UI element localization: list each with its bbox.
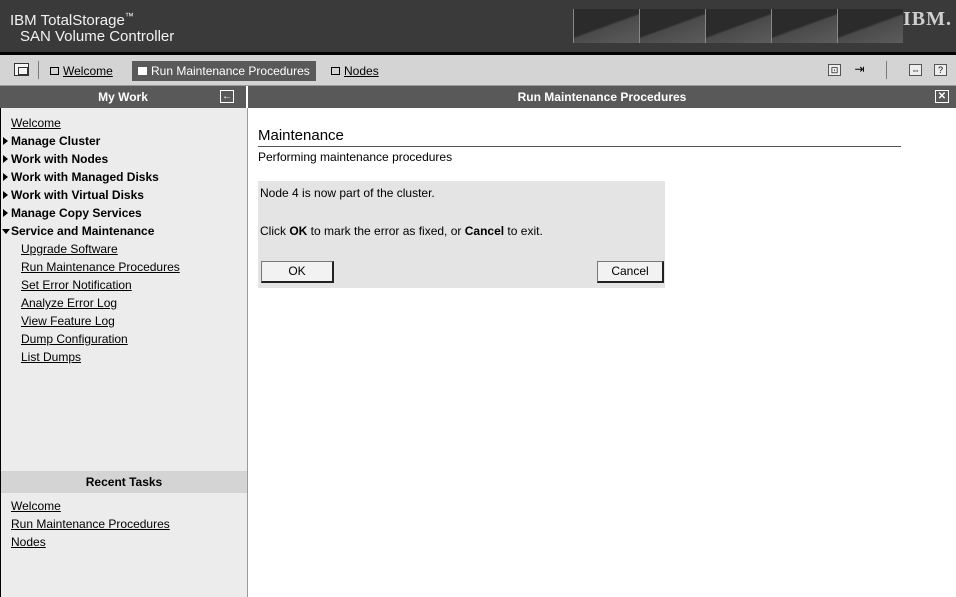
nav-run-maintenance-procedures[interactable]: Run Maintenance Procedures — [21, 258, 241, 276]
nav-work-with-managed-disks[interactable]: Work with Managed Disks — [3, 168, 241, 186]
instr-ok-word: OK — [289, 224, 308, 238]
decor-block — [573, 9, 639, 43]
instr-cancel-word: Cancel — [464, 224, 505, 238]
nav-service-and-maintenance[interactable]: Service and Maintenance — [2, 222, 241, 240]
recent-tasks-list: Welcome Run Maintenance Procedures Nodes — [11, 497, 241, 551]
nav-section-label: Manage Copy Services — [11, 206, 142, 220]
expand-triangle-icon — [3, 173, 8, 181]
recent-nodes[interactable]: Nodes — [11, 533, 241, 551]
my-work-title: My Work — [98, 90, 148, 104]
product-line2: SAN Volume Controller — [20, 28, 175, 45]
expand-triangle-icon — [3, 191, 8, 199]
logout-icon[interactable]: ⇥ — [853, 63, 866, 76]
nav-dump-configuration[interactable]: Dump Configuration — [21, 330, 241, 348]
content-area: Maintenance Performing maintenance proce… — [258, 108, 948, 597]
nav-set-error-notification[interactable]: Set Error Notification — [21, 276, 241, 294]
tab-square-icon — [331, 67, 340, 75]
tab-square-icon — [138, 67, 147, 75]
instr-text: to mark the error as fixed, or — [307, 224, 465, 238]
nav-manage-cluster[interactable]: Manage Cluster — [3, 132, 241, 150]
product-line1: IBM TotalStorage — [10, 12, 125, 29]
toolbar-separator — [886, 61, 887, 79]
ok-button[interactable]: OK — [261, 261, 334, 283]
nav-section-label: Work with Nodes — [11, 152, 109, 166]
nav-section-label: Service and Maintenance — [11, 224, 155, 238]
nav-view-feature-log[interactable]: View Feature Log — [21, 312, 241, 330]
instruction-text: Click OK to mark the error as fixed, or … — [260, 224, 543, 238]
nav-analyze-error-log[interactable]: Analyze Error Log — [21, 294, 241, 312]
tab-label: Run Maintenance Procedures — [151, 64, 310, 78]
decor-block — [771, 9, 837, 43]
instr-text: to exit. — [504, 224, 543, 238]
nav-work-with-nodes[interactable]: Work with Nodes — [3, 150, 241, 168]
task-navigation: Welcome Manage Cluster Work with Nodes W… — [2, 114, 241, 366]
my-work-header: My Work ← — [0, 86, 247, 108]
decor-block — [837, 9, 903, 43]
service-submenu: Upgrade Software Run Maintenance Procedu… — [11, 240, 241, 366]
my-work-panel: Welcome Manage Cluster Work with Nodes W… — [0, 108, 248, 597]
pages-icon[interactable] — [14, 63, 29, 76]
refresh-icon[interactable]: ⊡ — [828, 64, 841, 76]
nav-upgrade-software[interactable]: Upgrade Software — [21, 240, 241, 258]
title-divider — [258, 146, 901, 147]
status-message: Node 4 is now part of the cluster. — [260, 186, 435, 200]
tab-label: Welcome — [63, 64, 113, 78]
collapse-panel-icon[interactable]: ← — [220, 90, 234, 103]
product-name: IBM TotalStorage™ SAN Volume Controller — [10, 8, 174, 45]
help-icon[interactable]: ? — [934, 64, 947, 76]
maintenance-panel: Node 4 is now part of the cluster. Click… — [258, 181, 665, 288]
expand-icon[interactable]: ⇔ — [909, 64, 922, 76]
nav-section-label: Manage Cluster — [11, 134, 101, 148]
ibm-logo: IBM. — [903, 8, 952, 30]
instr-text: Click — [260, 224, 290, 238]
page-subtitle: Performing maintenance procedures — [258, 150, 453, 164]
recent-run-maintenance-procedures[interactable]: Run Maintenance Procedures — [11, 515, 241, 533]
toolbar-separator — [38, 61, 39, 79]
nav-welcome[interactable]: Welcome — [11, 114, 241, 132]
decor-block — [705, 9, 771, 43]
task-tab-bar: Welcome Run Maintenance Procedures Nodes… — [0, 52, 956, 86]
page-title: Maintenance — [258, 127, 344, 144]
recent-tasks-header: Recent Tasks — [1, 471, 247, 493]
tab-nodes[interactable]: Nodes — [325, 61, 385, 81]
nav-section-label: Work with Virtual Disks — [11, 188, 144, 202]
trademark-symbol: ™ — [124, 11, 134, 21]
nav-manage-copy-services[interactable]: Manage Copy Services — [3, 204, 241, 222]
close-icon[interactable]: ✕ — [935, 90, 949, 103]
app-window: IBM TotalStorage™ SAN Volume Controller … — [0, 0, 956, 597]
tab-welcome[interactable]: Welcome — [44, 61, 119, 81]
content-title: Run Maintenance Procedures — [517, 90, 687, 104]
expand-triangle-icon — [3, 155, 8, 163]
decor-block — [639, 9, 705, 43]
collapse-triangle-icon — [2, 229, 10, 234]
banner-decoration — [573, 9, 903, 43]
nav-list-dumps[interactable]: List Dumps — [21, 348, 241, 366]
nav-work-with-virtual-disks[interactable]: Work with Virtual Disks — [3, 186, 241, 204]
expand-triangle-icon — [3, 209, 8, 217]
cancel-button[interactable]: Cancel — [597, 261, 664, 283]
tab-square-icon — [50, 67, 59, 75]
tab-label: Nodes — [344, 64, 379, 78]
content-header: Run Maintenance Procedures ✕ — [248, 86, 956, 108]
tab-run-maintenance-procedures[interactable]: Run Maintenance Procedures — [132, 61, 316, 81]
expand-triangle-icon — [3, 137, 8, 145]
recent-welcome[interactable]: Welcome — [11, 497, 241, 515]
product-banner: IBM TotalStorage™ SAN Volume Controller … — [0, 0, 956, 52]
nav-section-label: Work with Managed Disks — [11, 170, 159, 184]
